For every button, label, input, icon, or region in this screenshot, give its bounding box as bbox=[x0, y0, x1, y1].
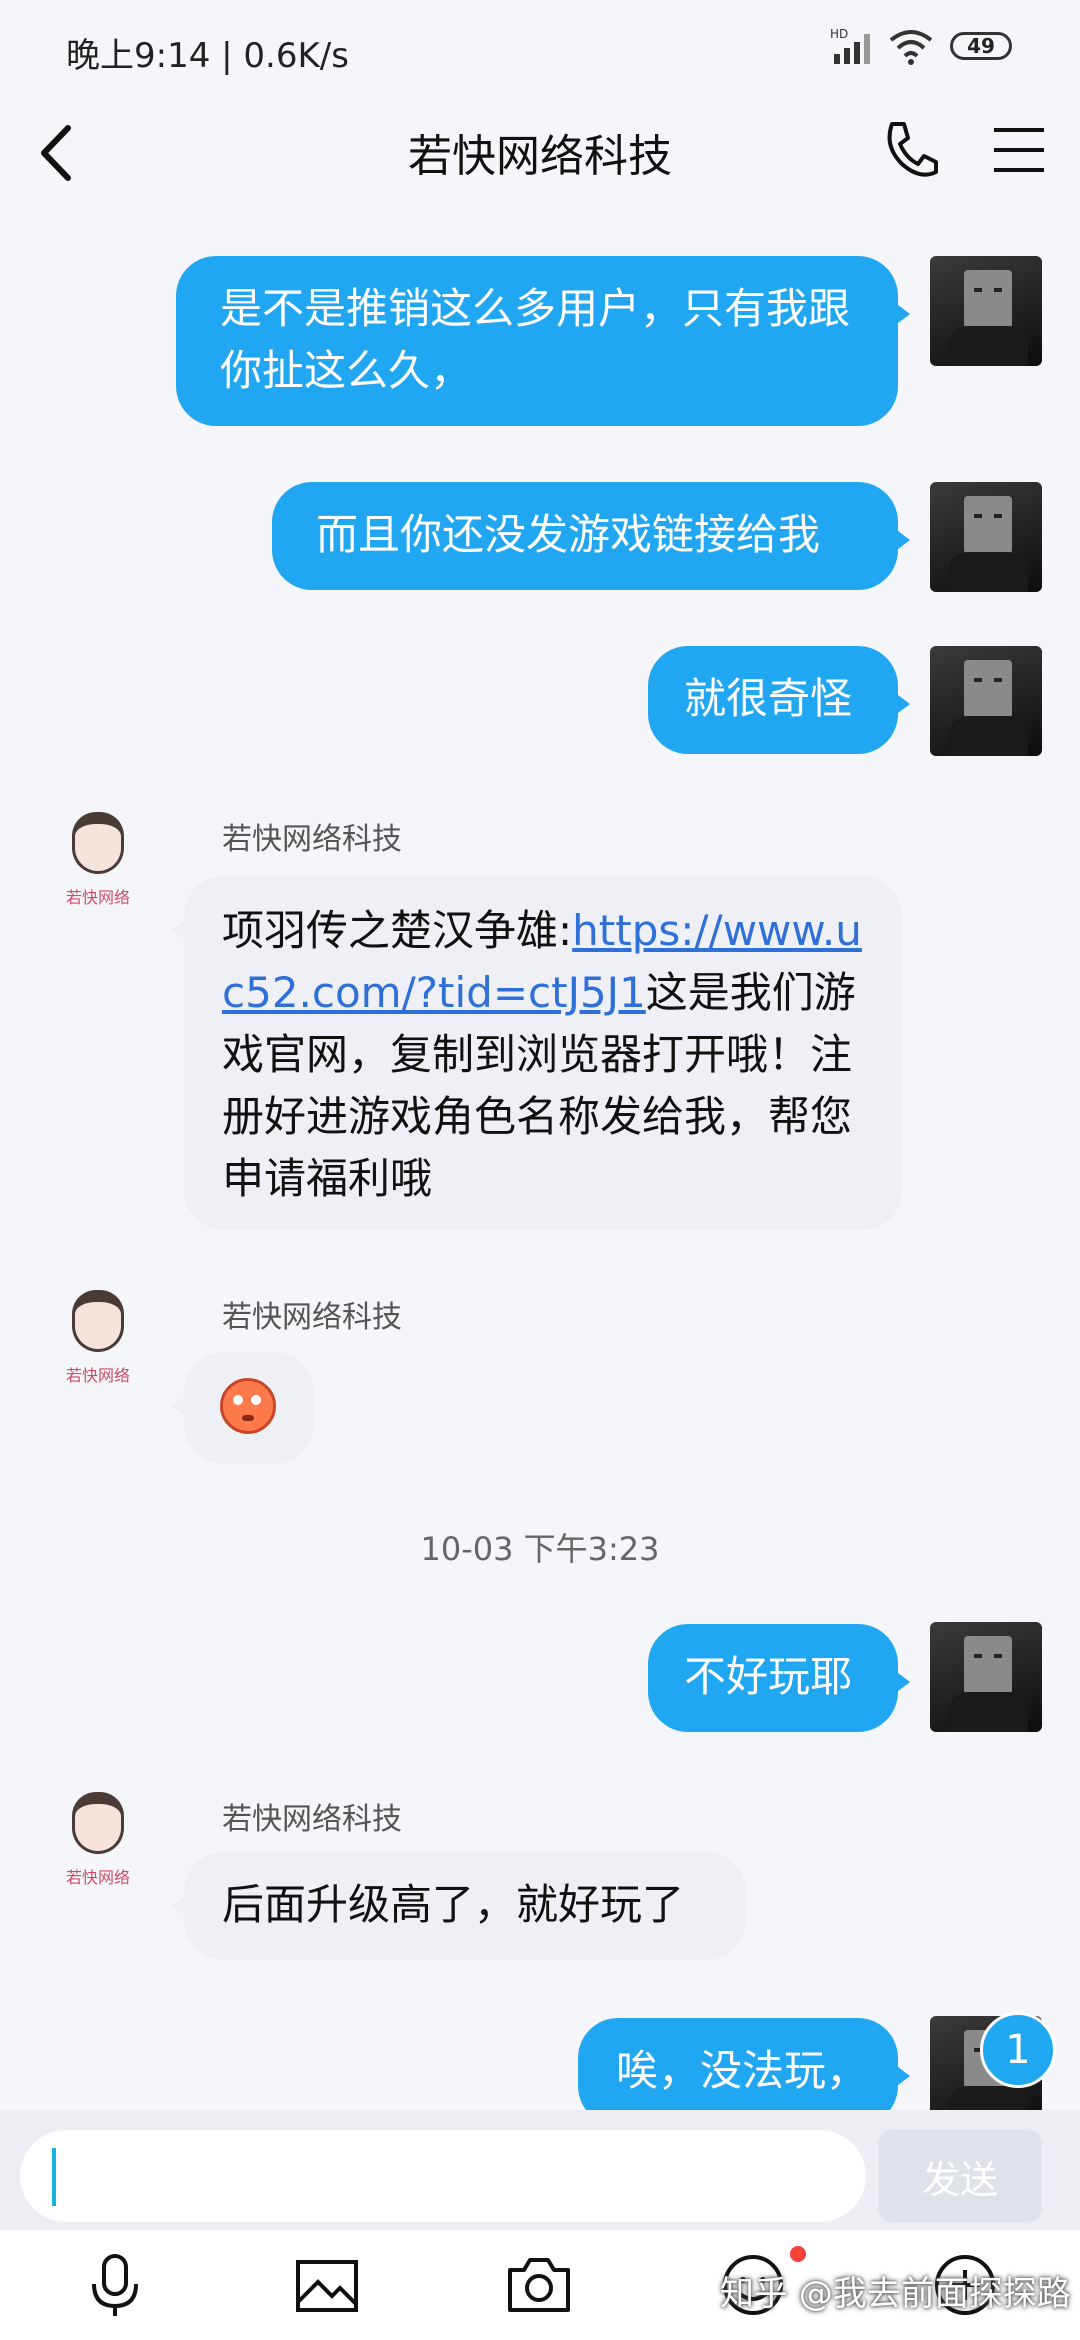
watermark: 知乎 @我去前面探探路 bbox=[720, 2274, 1071, 2314]
svg-text:HD: HD bbox=[830, 27, 848, 41]
message-bubble-self[interactable]: 是不是推销这么多用户，只有我跟你扯这么久， bbox=[176, 256, 910, 426]
message-text: 就很奇怪 bbox=[684, 674, 853, 723]
text-caret bbox=[52, 2148, 56, 2206]
signal-icon: HD bbox=[830, 27, 870, 64]
contact-avatar[interactable]: 若快网络 bbox=[48, 1786, 148, 1896]
self-avatar[interactable] bbox=[930, 646, 1042, 756]
self-avatar[interactable] bbox=[930, 256, 1042, 366]
message-bubble-self[interactable]: 而且你还没发游戏链接给我 bbox=[272, 482, 910, 590]
phone-icon[interactable] bbox=[880, 116, 940, 182]
menu-icon[interactable] bbox=[990, 120, 1050, 180]
message-text: 项羽传之楚汉争雄: bbox=[222, 906, 573, 955]
chat-header: 若快网络科技 bbox=[0, 96, 1080, 208]
message-text: 是不是推销这么多用户，只有我跟你扯这么久， bbox=[220, 284, 851, 395]
message-text: 唉，没法玩， bbox=[616, 2046, 869, 2095]
contact-avatar[interactable]: 若快网络 bbox=[48, 1284, 148, 1394]
battery-indicator: 49 bbox=[950, 32, 1012, 60]
send-button[interactable]: 发送 bbox=[878, 2130, 1042, 2222]
sender-name: 若快网络科技 bbox=[222, 822, 402, 857]
contact-avatar[interactable]: 若快网络 bbox=[48, 806, 148, 916]
camera-icon[interactable] bbox=[504, 2250, 574, 2320]
message-input-bar: 发送 bbox=[0, 2110, 1080, 2230]
message-bubble-self[interactable]: 就很奇怪 bbox=[648, 646, 910, 754]
self-avatar[interactable] bbox=[930, 1622, 1042, 1732]
message-bubble-contact[interactable]: 后面升级高了，就好玩了 bbox=[172, 1852, 746, 1960]
message-bubble-contact[interactable] bbox=[172, 1352, 314, 1464]
wifi-icon bbox=[889, 30, 933, 65]
message-text: 不好玩耶 bbox=[684, 1652, 853, 1701]
flushed-face-emoji-icon bbox=[220, 1378, 276, 1434]
message-bubble-self[interactable]: 不好玩耶 bbox=[648, 1624, 910, 1732]
unread-count-badge[interactable]: 1 bbox=[980, 2012, 1056, 2088]
microphone-icon[interactable] bbox=[80, 2250, 150, 2320]
notification-dot bbox=[790, 2246, 806, 2262]
message-bubble-contact[interactable]: 项羽传之楚汉争雄:https://www.uc52.com/?tid=ctJ5J… bbox=[172, 876, 902, 1230]
message-text: 后面升级高了，就好玩了 bbox=[222, 1880, 685, 1929]
image-icon[interactable] bbox=[292, 2250, 362, 2320]
message-text: 而且你还没发游戏链接给我 bbox=[316, 510, 821, 559]
sender-name: 若快网络科技 bbox=[222, 1802, 402, 1837]
message-timestamp: 10-03 下午3:23 bbox=[420, 1530, 660, 1568]
self-avatar[interactable] bbox=[930, 482, 1042, 592]
status-time: 晚上9:14 | 0.6K/s bbox=[66, 36, 349, 76]
message-input[interactable] bbox=[20, 2130, 866, 2222]
sender-name: 若快网络科技 bbox=[222, 1300, 402, 1335]
status-bar: 晚上9:14 | 0.6K/s HD 49 bbox=[0, 0, 1080, 96]
